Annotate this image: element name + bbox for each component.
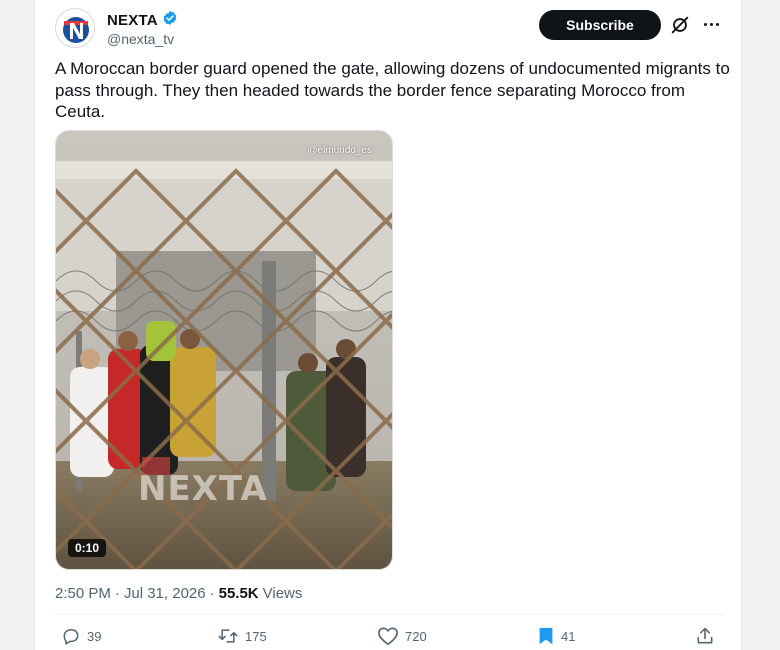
grok-icon[interactable] bbox=[669, 14, 691, 36]
tweet-date[interactable]: Jul 31, 2026 bbox=[124, 585, 206, 602]
meta-separator: · bbox=[209, 585, 215, 602]
author-display-name[interactable]: NEXTA bbox=[107, 12, 158, 29]
repost-icon bbox=[217, 626, 239, 646]
repost-button[interactable]: 175 bbox=[217, 624, 267, 648]
share-icon bbox=[695, 626, 715, 646]
verified-badge-icon bbox=[162, 10, 178, 31]
tweet-time[interactable]: 2:50 PM bbox=[55, 585, 111, 602]
share-button[interactable] bbox=[695, 624, 715, 648]
tweet-meta: 2:50 PM · Jul 31, 2026 · 55.5K Views bbox=[55, 585, 302, 602]
more-options-icon[interactable] bbox=[699, 12, 723, 36]
bookmark-icon bbox=[537, 626, 555, 646]
author-names: NEXTA @nexta_tv bbox=[107, 10, 178, 47]
like-button[interactable]: 720 bbox=[377, 624, 427, 648]
nexta-logo-icon[interactable] bbox=[55, 8, 95, 48]
nexta-overlay-logo: NEXTA bbox=[138, 469, 268, 509]
author-handle[interactable]: @nexta_tv bbox=[107, 31, 178, 47]
subscribe-button[interactable]: Subscribe bbox=[539, 10, 661, 40]
heart-icon bbox=[377, 626, 399, 646]
views-count: 55.5K bbox=[218, 585, 259, 602]
divider bbox=[55, 614, 725, 615]
bookmark-button[interactable]: 41 bbox=[537, 624, 575, 648]
reply-count: 39 bbox=[87, 628, 102, 644]
reply-icon bbox=[61, 626, 81, 646]
video-duration: 0:10 bbox=[68, 539, 107, 557]
views-label: Views bbox=[262, 585, 303, 602]
tweet-header: NEXTA @nexta_tv Subscribe bbox=[55, 8, 725, 48]
repost-count: 175 bbox=[245, 628, 267, 644]
tweet-text: A Moroccan border guard opened the gate,… bbox=[55, 59, 730, 121]
video-watermark: @elmundo_es bbox=[307, 145, 372, 156]
meta-separator: · bbox=[114, 585, 120, 602]
like-count: 720 bbox=[405, 628, 427, 644]
action-bar: 39 175 720 41 bbox=[55, 624, 725, 650]
bookmark-count: 41 bbox=[561, 628, 576, 644]
video-player[interactable]: @elmundo_es NEXTA 0:10 bbox=[55, 130, 393, 570]
reply-button[interactable]: 39 bbox=[61, 624, 101, 648]
tweet-card: NEXTA @nexta_tv Subscribe A Moroccan bor… bbox=[34, 0, 742, 650]
